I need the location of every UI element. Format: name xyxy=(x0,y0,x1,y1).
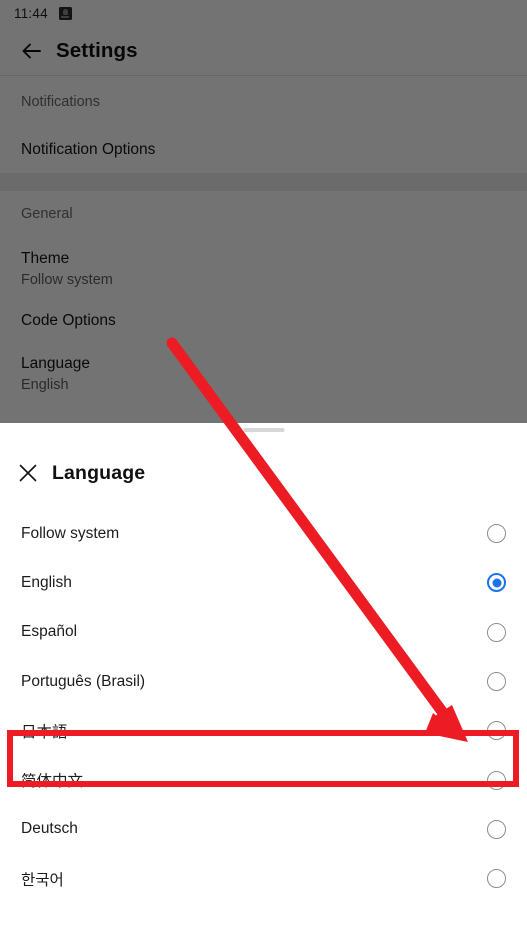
radio-button[interactable] xyxy=(487,622,506,642)
language-option-follow-system[interactable]: Follow system xyxy=(0,509,527,559)
language-option-label: Deutsch xyxy=(21,820,78,838)
radio-button[interactable] xyxy=(487,770,506,790)
app-screen: 11:44 Settings Notifications Notificatio… xyxy=(0,0,527,937)
language-option-label: 日本語 xyxy=(21,723,68,741)
language-option-list: Follow system English Español Português … xyxy=(0,509,527,904)
language-option-label: Follow system xyxy=(21,524,120,542)
radio-button[interactable] xyxy=(487,524,506,544)
language-option-portugues-brasil[interactable]: Português (Brasil) xyxy=(0,656,527,707)
language-option-deutsch[interactable]: Deutsch xyxy=(0,804,527,855)
language-bottom-sheet: Language Follow system English Español P… xyxy=(0,423,527,937)
language-option-korean[interactable]: 한국어 xyxy=(0,854,527,904)
language-option-japanese[interactable]: 日本語 xyxy=(0,706,527,756)
radio-button[interactable] xyxy=(487,672,506,692)
radio-button-selected[interactable] xyxy=(487,573,506,593)
close-icon[interactable] xyxy=(0,463,38,483)
language-option-label: English xyxy=(21,573,72,591)
radio-button[interactable] xyxy=(487,721,506,741)
sheet-header: Language xyxy=(0,445,527,501)
radio-button[interactable] xyxy=(487,819,506,839)
language-option-espanol[interactable]: Español xyxy=(0,607,527,657)
sheet-title: Language xyxy=(52,461,146,484)
language-option-label: 简体中文 xyxy=(21,773,84,791)
language-option-label: 한국어 xyxy=(21,871,64,889)
language-option-simplified-chinese[interactable]: 简体中文 xyxy=(0,755,527,805)
drag-handle[interactable] xyxy=(243,428,284,432)
language-option-label: Português (Brasil) xyxy=(21,672,146,690)
language-option-label: Español xyxy=(21,623,78,641)
language-option-english[interactable]: English xyxy=(0,558,527,608)
radio-button[interactable] xyxy=(487,869,506,889)
